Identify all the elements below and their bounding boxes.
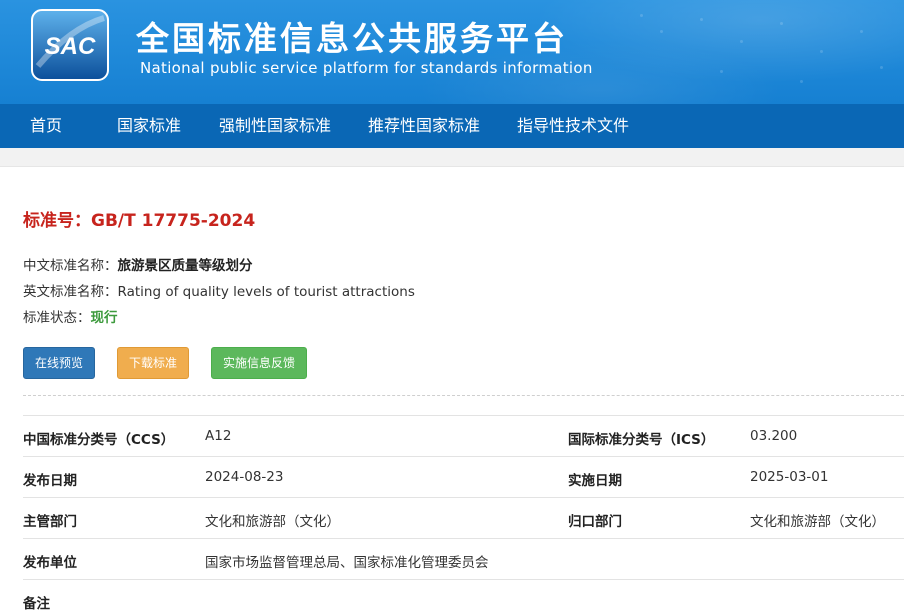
status-row: 标准状态：现行 xyxy=(23,306,118,326)
ccs-label: 中国标准分类号（CCS） xyxy=(23,432,175,448)
en-name-value: Rating of quality levels of tourist attr… xyxy=(117,284,415,300)
site-header: SAC 全国标准信息公共服务平台 National public service… xyxy=(0,0,904,104)
publish-date-value: 2024-08-23 xyxy=(205,469,284,485)
issuer-label: 发布单位 xyxy=(23,555,77,571)
table-border xyxy=(23,415,904,416)
ccs-value: A12 xyxy=(205,428,232,444)
map-decoration xyxy=(660,30,663,33)
en-name-label: 英文标准名称： xyxy=(23,284,118,300)
authority-label: 主管部门 xyxy=(23,514,77,530)
nav-item-recommended-standards[interactable]: 推荐性国家标准 xyxy=(368,104,480,148)
map-decoration xyxy=(800,80,803,83)
centralized-dept-label: 归口部门 xyxy=(568,514,622,530)
main-nav: 首页 国家标准 强制性国家标准 推荐性国家标准 指导性技术文件 xyxy=(0,104,904,148)
authority-value: 文化和旅游部（文化） xyxy=(205,514,340,530)
table-border xyxy=(23,456,904,457)
online-preview-button[interactable]: 在线预览 xyxy=(23,347,95,379)
map-decoration xyxy=(880,66,883,69)
nav-item-national-standards[interactable]: 国家标准 xyxy=(117,104,181,148)
ics-label: 国际标准分类号（ICS） xyxy=(568,432,715,448)
nav-item-guiding-documents[interactable]: 指导性技术文件 xyxy=(517,104,629,148)
implement-date-value: 2025-03-01 xyxy=(750,469,829,485)
map-decoration xyxy=(820,50,823,53)
status-label: 标准状态： xyxy=(23,310,91,326)
standard-number-label: 标准号： xyxy=(23,211,91,231)
cn-name-row: 中文标准名称：旅游景区质量等级划分 xyxy=(23,254,253,274)
map-decoration xyxy=(700,18,703,21)
status-value: 现行 xyxy=(90,310,118,326)
map-decoration xyxy=(740,40,743,43)
table-border xyxy=(23,538,904,539)
cn-name-value: 旅游景区质量等级划分 xyxy=(117,258,253,274)
site-title-cn: 全国标准信息公共服务平台 xyxy=(136,19,568,58)
standard-number-heading: 标准号：GB/T 17775-2024 xyxy=(23,206,255,231)
sac-logo-icon[interactable]: SAC xyxy=(30,8,110,82)
centralized-dept-value: 文化和旅游部（文化） xyxy=(750,514,885,530)
ics-value: 03.200 xyxy=(750,428,798,444)
download-standard-button[interactable]: 下载标准 xyxy=(117,347,189,379)
logo-text: SAC xyxy=(45,33,96,60)
table-border xyxy=(23,497,904,498)
cn-name-label: 中文标准名称： xyxy=(23,258,118,274)
map-decoration xyxy=(720,70,723,73)
map-decoration xyxy=(860,30,863,33)
table-border xyxy=(23,579,904,580)
nav-item-home[interactable]: 首页 xyxy=(30,104,62,148)
site-title-en: National public service platform for sta… xyxy=(140,59,593,77)
standard-number: GB/T 17775-2024 xyxy=(91,211,256,231)
map-decoration xyxy=(640,14,643,17)
nav-item-mandatory-standards[interactable]: 强制性国家标准 xyxy=(219,104,331,148)
remark-label: 备注 xyxy=(23,596,50,612)
divider-band xyxy=(0,148,904,167)
publish-date-label: 发布日期 xyxy=(23,473,77,489)
map-decoration xyxy=(780,22,783,25)
implement-date-label: 实施日期 xyxy=(568,473,622,489)
issuer-value: 国家市场监督管理总局、国家标准化管理委员会 xyxy=(205,555,489,571)
dashed-divider xyxy=(23,395,904,396)
en-name-row: 英文标准名称：Rating of quality levels of touri… xyxy=(23,280,415,300)
implementation-feedback-button[interactable]: 实施信息反馈 xyxy=(211,347,307,379)
